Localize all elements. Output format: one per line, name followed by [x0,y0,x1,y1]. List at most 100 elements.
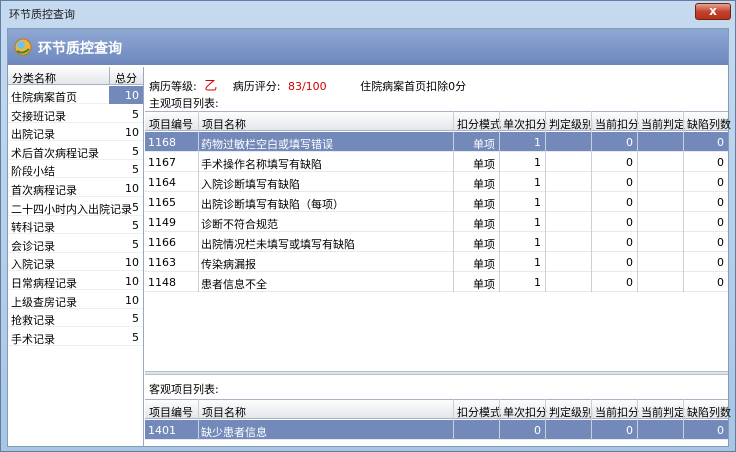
deduction-text: 住院病案首页扣除0分 [360,80,467,93]
category-name: 日常病程记录 [11,277,77,290]
category-row[interactable]: 出院记录 10 [8,123,143,142]
objective-items-grid[interactable]: 项目编号 项目名称 扣分模式 单次扣分 判定级别 当前扣分 当前判定 缺陷列数 1401 缺少患者… [145,399,731,446]
cell-item-id: 1165 [148,196,176,209]
col-header-defect-count[interactable]: 缺陷列数 [687,404,731,420]
category-score: 5 [132,219,139,233]
category-name: 住院病案首页 [11,91,77,104]
table-row[interactable]: 1165 出院诊断填写有缺陷（每项） 单项 1 0 0 [145,192,728,212]
category-row[interactable]: 二十四小时内入出院记录 5 [8,198,143,216]
cell-current-deduct: 0 [626,136,633,149]
category-score: 5 [132,237,139,251]
category-score: 5 [132,200,139,214]
cell-defect-count: 0 [717,216,724,229]
col-header-deduct-mode[interactable]: 扣分模式 [457,116,501,132]
category-name: 首次病程记录 [11,184,77,197]
category-row[interactable]: 阶段小结 5 [8,160,143,179]
cell-single-deduct: 1 [534,276,541,289]
cell-item-id: 1166 [148,236,176,249]
category-score: 5 [132,107,139,121]
main-window: 环节质控查询 x 环节质控查询 分类名称 总分 住院病案首页 10 交接班记录 5 出院… [0,0,736,452]
category-score: 5 [132,312,139,326]
grade-label: 病历等级: [149,80,197,93]
column-divider [683,399,684,440]
cell-deduct-mode: 单项 [473,158,495,171]
cell-defect-count: 0 [717,176,724,189]
cell-current-deduct: 0 [626,424,633,437]
cell-defect-count: 0 [717,196,724,209]
category-score: 10 [125,275,139,288]
cell-deduct-mode: 单项 [473,258,495,271]
col-header-judge-level[interactable]: 判定级别 [549,404,593,420]
table-row[interactable]: 1164 入院诊断填写有缺陷 单项 1 0 0 [145,172,728,192]
cell-defect-count: 0 [717,276,724,289]
cell-item-id: 1148 [148,276,176,289]
col-header-judge-level[interactable]: 判定级别 [549,116,593,132]
cell-current-deduct: 0 [626,196,633,209]
column-divider [545,399,546,440]
col-header-item-id[interactable]: 项目编号 [149,116,193,132]
col-header-item-name[interactable]: 项目名称 [202,116,246,132]
col-header-deduct-mode[interactable]: 扣分模式 [457,404,501,420]
category-list[interactable]: 分类名称 总分 住院病案首页 10 交接班记录 5 出院记录 10 术后首次病程记录 5 阶段小… [8,67,144,446]
column-divider [499,111,500,292]
col-header-total-score[interactable]: 总分 [115,70,137,86]
category-row[interactable]: 首次病程记录 10 [8,179,143,197]
column-divider [453,111,454,292]
col-header-current-deduct[interactable]: 当前扣分 [595,116,639,132]
subjective-items-grid[interactable]: 项目编号 项目名称 扣分模式 单次扣分 判定级别 当前扣分 当前判定 缺陷列数 1168 药物过敏… [145,111,731,371]
record-summary: 病历等级: 乙 病历评分: 83/100 住院病案首页扣除0分 [149,75,466,94]
cell-single-deduct: 1 [534,256,541,269]
cell-current-deduct: 0 [626,156,633,169]
col-header-single-deduct[interactable]: 单次扣分 [503,404,547,420]
category-row[interactable]: 手术记录 5 [8,328,143,346]
cell-single-deduct: 1 [534,136,541,149]
category-row[interactable]: 会诊记录 5 [8,235,143,253]
column-divider [499,399,500,440]
col-header-current-judge[interactable]: 当前判定 [641,116,685,132]
col-header-current-judge[interactable]: 当前判定 [641,404,685,420]
panel-splitter[interactable] [145,371,728,375]
cell-item-name: 诊断不符合规范 [201,218,278,231]
column-divider [198,399,199,440]
cell-item-id: 1401 [148,424,176,437]
category-row[interactable]: 上级查房记录 10 [8,291,143,309]
category-score: 5 [132,163,139,177]
table-row[interactable]: 1166 出院情况栏未填写或填写有缺陷 单项 1 0 0 [145,232,728,252]
cell-item-name: 出院情况栏未填写或填写有缺陷 [201,238,355,251]
category-row[interactable]: 转科记录 5 [8,216,143,235]
detail-panel: 病历等级: 乙 病历评分: 83/100 住院病案首页扣除0分 主观项目列表: … [145,67,731,446]
col-header-item-id[interactable]: 项目编号 [149,404,193,420]
window-title: 环节质控查询 [9,8,75,21]
category-row[interactable]: 交接班记录 5 [8,105,143,123]
col-header-single-deduct[interactable]: 单次扣分 [503,116,547,132]
col-header-current-deduct[interactable]: 当前扣分 [595,404,639,420]
col-header-defect-count[interactable]: 缺陷列数 [687,116,731,132]
score-value: 83/100 [287,80,327,93]
cell-item-id: 1164 [148,176,176,189]
cell-single-deduct: 1 [534,196,541,209]
cell-single-deduct: 0 [534,424,541,437]
category-row[interactable]: 日常病程记录 10 [8,272,143,290]
table-row[interactable]: 1167 手术操作名称填写有缺陷 单项 1 0 0 [145,152,728,172]
title-bar[interactable]: 环节质控查询 x [1,1,735,27]
table-row[interactable]: 1168 药物过敏栏空白或填写错误 单项 1 0 0 [145,132,728,152]
category-score: 5 [132,330,139,344]
category-row[interactable]: 住院病案首页 10 [8,86,143,104]
col-header-category-name[interactable]: 分类名称 [12,70,56,86]
cell-deduct-mode: 单项 [473,238,495,251]
column-divider [637,111,638,292]
table-row[interactable]: 1149 诊断不符合规范 单项 1 0 0 [145,212,728,232]
category-score: 10 [125,89,139,102]
cell-defect-count: 0 [717,136,724,149]
category-row[interactable]: 入院记录 10 [8,253,143,272]
table-row[interactable]: 1401 缺少患者信息 0 0 0 [145,420,728,440]
category-row[interactable]: 术后首次病程记录 5 [8,142,143,160]
category-list-header: 分类名称 总分 [8,67,143,85]
table-row[interactable]: 1163 传染病漏报 单项 1 0 0 [145,252,728,272]
cell-defect-count: 0 [717,424,724,437]
close-button[interactable]: x [695,3,731,20]
col-header-item-name[interactable]: 项目名称 [202,404,246,420]
table-row[interactable]: 1148 患者信息不全 单项 1 0 0 [145,272,728,292]
category-row[interactable]: 抢救记录 5 [8,309,143,328]
category-name: 手术记录 [11,332,55,346]
